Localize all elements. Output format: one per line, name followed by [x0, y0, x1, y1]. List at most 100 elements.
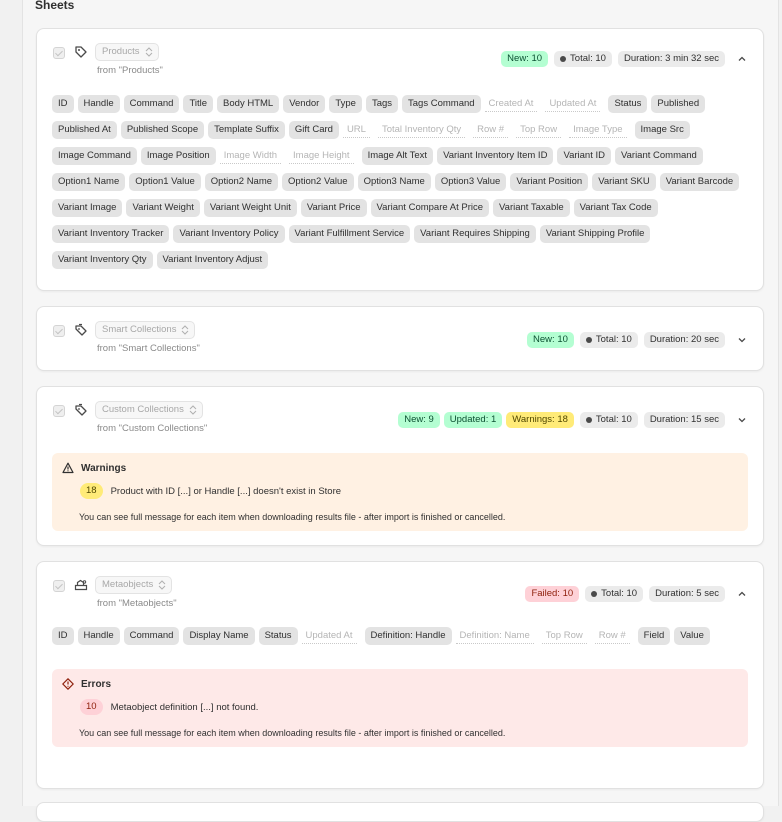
field-tag: Handle	[77, 627, 120, 645]
sheet-header: Smart Collections from "Smart Collection…	[37, 307, 763, 365]
banner-title: Errors	[62, 678, 738, 690]
warning-count: 18	[80, 483, 103, 499]
field-tag: Variant Command	[614, 147, 703, 165]
field-tag: Variant ID	[557, 147, 611, 165]
sheet-select[interactable]: Smart Collections	[95, 321, 196, 339]
field-tag: Image Position	[140, 147, 216, 165]
field-tag: Option3 Name	[357, 173, 431, 191]
total-badge: Total: 10	[579, 412, 638, 428]
tag-icon	[74, 45, 88, 59]
field-tags: ID Handle Command Title Body HTML Vendor Type T…	[37, 95, 763, 277]
sheet-stats: New: 9 Updated: 1 Warnings: 18 Total: 10…	[398, 412, 749, 428]
dot-icon	[591, 591, 598, 597]
updated-badge: Updated: 1	[443, 412, 503, 428]
errors-banner: Errors 10 Metaobject definition [...] no…	[52, 669, 748, 747]
tags-icon	[74, 323, 88, 337]
field-tag: Variant Inventory Qty	[52, 251, 153, 269]
field-tag: Template Suffix	[208, 121, 285, 139]
field-tag: Variant Shipping Profile	[539, 225, 651, 243]
field-tag: Option2 Name	[204, 173, 279, 191]
sheet-name: Custom Collections	[102, 404, 184, 415]
metaobject-icon	[74, 578, 88, 592]
field-tag: Variant Inventory Policy	[173, 225, 285, 243]
dot-icon	[585, 417, 592, 423]
banner-message: Metaobject definition [...] not found.	[110, 701, 259, 713]
total-text: Total: 10	[595, 414, 632, 425]
field-tag: Variant Position	[510, 173, 589, 191]
field-tag: Total Inventory Qty	[377, 121, 466, 138]
sheet-source: from "Products"	[97, 65, 163, 76]
select-arrows-icon	[145, 47, 152, 57]
field-tag: Image Type	[569, 121, 627, 138]
chevron-up-icon[interactable]	[735, 587, 749, 601]
field-tag: Vendor	[283, 95, 326, 113]
sheet-name: Products	[102, 46, 140, 57]
sheet-name: Smart Collections	[102, 324, 177, 335]
select-arrows-icon	[182, 325, 189, 335]
total-badge: Total: 10	[585, 586, 644, 602]
sheet-header: Products from "Products" New: 10 Total: …	[37, 29, 763, 87]
field-tag: Variant Barcode	[659, 173, 740, 191]
chevron-down-icon[interactable]	[735, 413, 749, 427]
field-tag: Definition: Handle	[364, 627, 452, 645]
select-arrows-icon	[189, 405, 197, 415]
field-tag: Published	[651, 95, 706, 113]
banner-note: You can see full message for each item w…	[79, 728, 506, 738]
new-badge: New: 10	[501, 51, 549, 67]
field-tag: Title	[183, 95, 214, 113]
sheet-checkbox[interactable]	[53, 325, 65, 337]
sheet-card-metaobjects: Metaobjects from "Metaobjects" Failed: 1…	[36, 561, 764, 789]
sheet-source: from "Smart Collections"	[97, 343, 200, 354]
sheet-checkbox[interactable]	[53, 47, 65, 59]
field-tag: Image Height	[289, 147, 354, 164]
alert-triangle-icon	[62, 462, 74, 474]
banner-message-row: 10 Metaobject definition [...] not found…	[80, 699, 738, 715]
field-tag: ID	[52, 627, 74, 645]
sheet-checkbox[interactable]	[53, 405, 65, 417]
field-tag: Option1 Value	[129, 173, 201, 191]
duration-badge: Duration: 3 min 32 sec	[617, 51, 725, 67]
field-tag: Option3 Value	[434, 173, 507, 191]
error-count: 10	[80, 699, 103, 715]
sheet-select[interactable]: Metaobjects	[95, 576, 173, 594]
field-tag: Value	[674, 627, 710, 645]
field-tag: Row #	[594, 627, 630, 644]
field-tag: Variant Image	[52, 199, 123, 217]
banner-title: Warnings	[62, 462, 738, 474]
banner-note: You can see full message for each item w…	[79, 512, 506, 522]
sheet-card-custom-collections: Custom Collections from "Custom Collecti…	[36, 386, 764, 546]
field-tag: Status	[258, 627, 298, 645]
warnings-badge: Warnings: 18	[506, 412, 574, 428]
field-tag: Published At	[52, 121, 117, 139]
total-text: Total: 10	[570, 53, 606, 64]
field-tag: Status	[608, 95, 648, 113]
sheet-select[interactable]: Products	[95, 43, 159, 61]
field-tag: Body HTML	[217, 95, 280, 113]
field-tag: Handle	[77, 95, 120, 113]
sheet-name: Metaobjects	[102, 579, 154, 590]
field-tag: Tags	[365, 95, 399, 113]
chevron-up-icon[interactable]	[735, 52, 749, 66]
field-tag: Definition: Name	[455, 627, 534, 644]
field-tag: Top Row	[516, 121, 562, 138]
field-tag: Image Width	[219, 147, 282, 164]
field-tag: Variant Tax Code	[573, 199, 658, 217]
sheet-checkbox[interactable]	[53, 580, 65, 592]
total-badge: Total: 10	[579, 332, 638, 348]
field-tag: Image Src	[634, 121, 690, 139]
sheet-card-products: Products from "Products" New: 10 Total: …	[36, 28, 764, 291]
sheet-select[interactable]: Custom Collections	[95, 401, 203, 419]
sheet-source: from "Metaobjects"	[97, 598, 177, 609]
new-badge: New: 10	[527, 332, 574, 348]
field-tag: Option1 Name	[52, 173, 126, 191]
tags-icon	[74, 403, 88, 417]
field-tag: Display Name	[183, 627, 255, 645]
sheet-header: Metaobjects from "Metaobjects" Failed: 1…	[37, 562, 763, 620]
field-tag: Variant Inventory Tracker	[52, 225, 170, 243]
banner-title-text: Errors	[81, 678, 112, 690]
error-diamond-icon	[62, 678, 74, 690]
field-tags: ID Handle Command Display Name Status Updated…	[37, 627, 763, 653]
chevron-down-icon[interactable]	[735, 333, 749, 347]
sheet-card-next	[36, 802, 764, 822]
banner-message-row: 18 Product with ID [...] or Handle [...]…	[80, 483, 738, 499]
